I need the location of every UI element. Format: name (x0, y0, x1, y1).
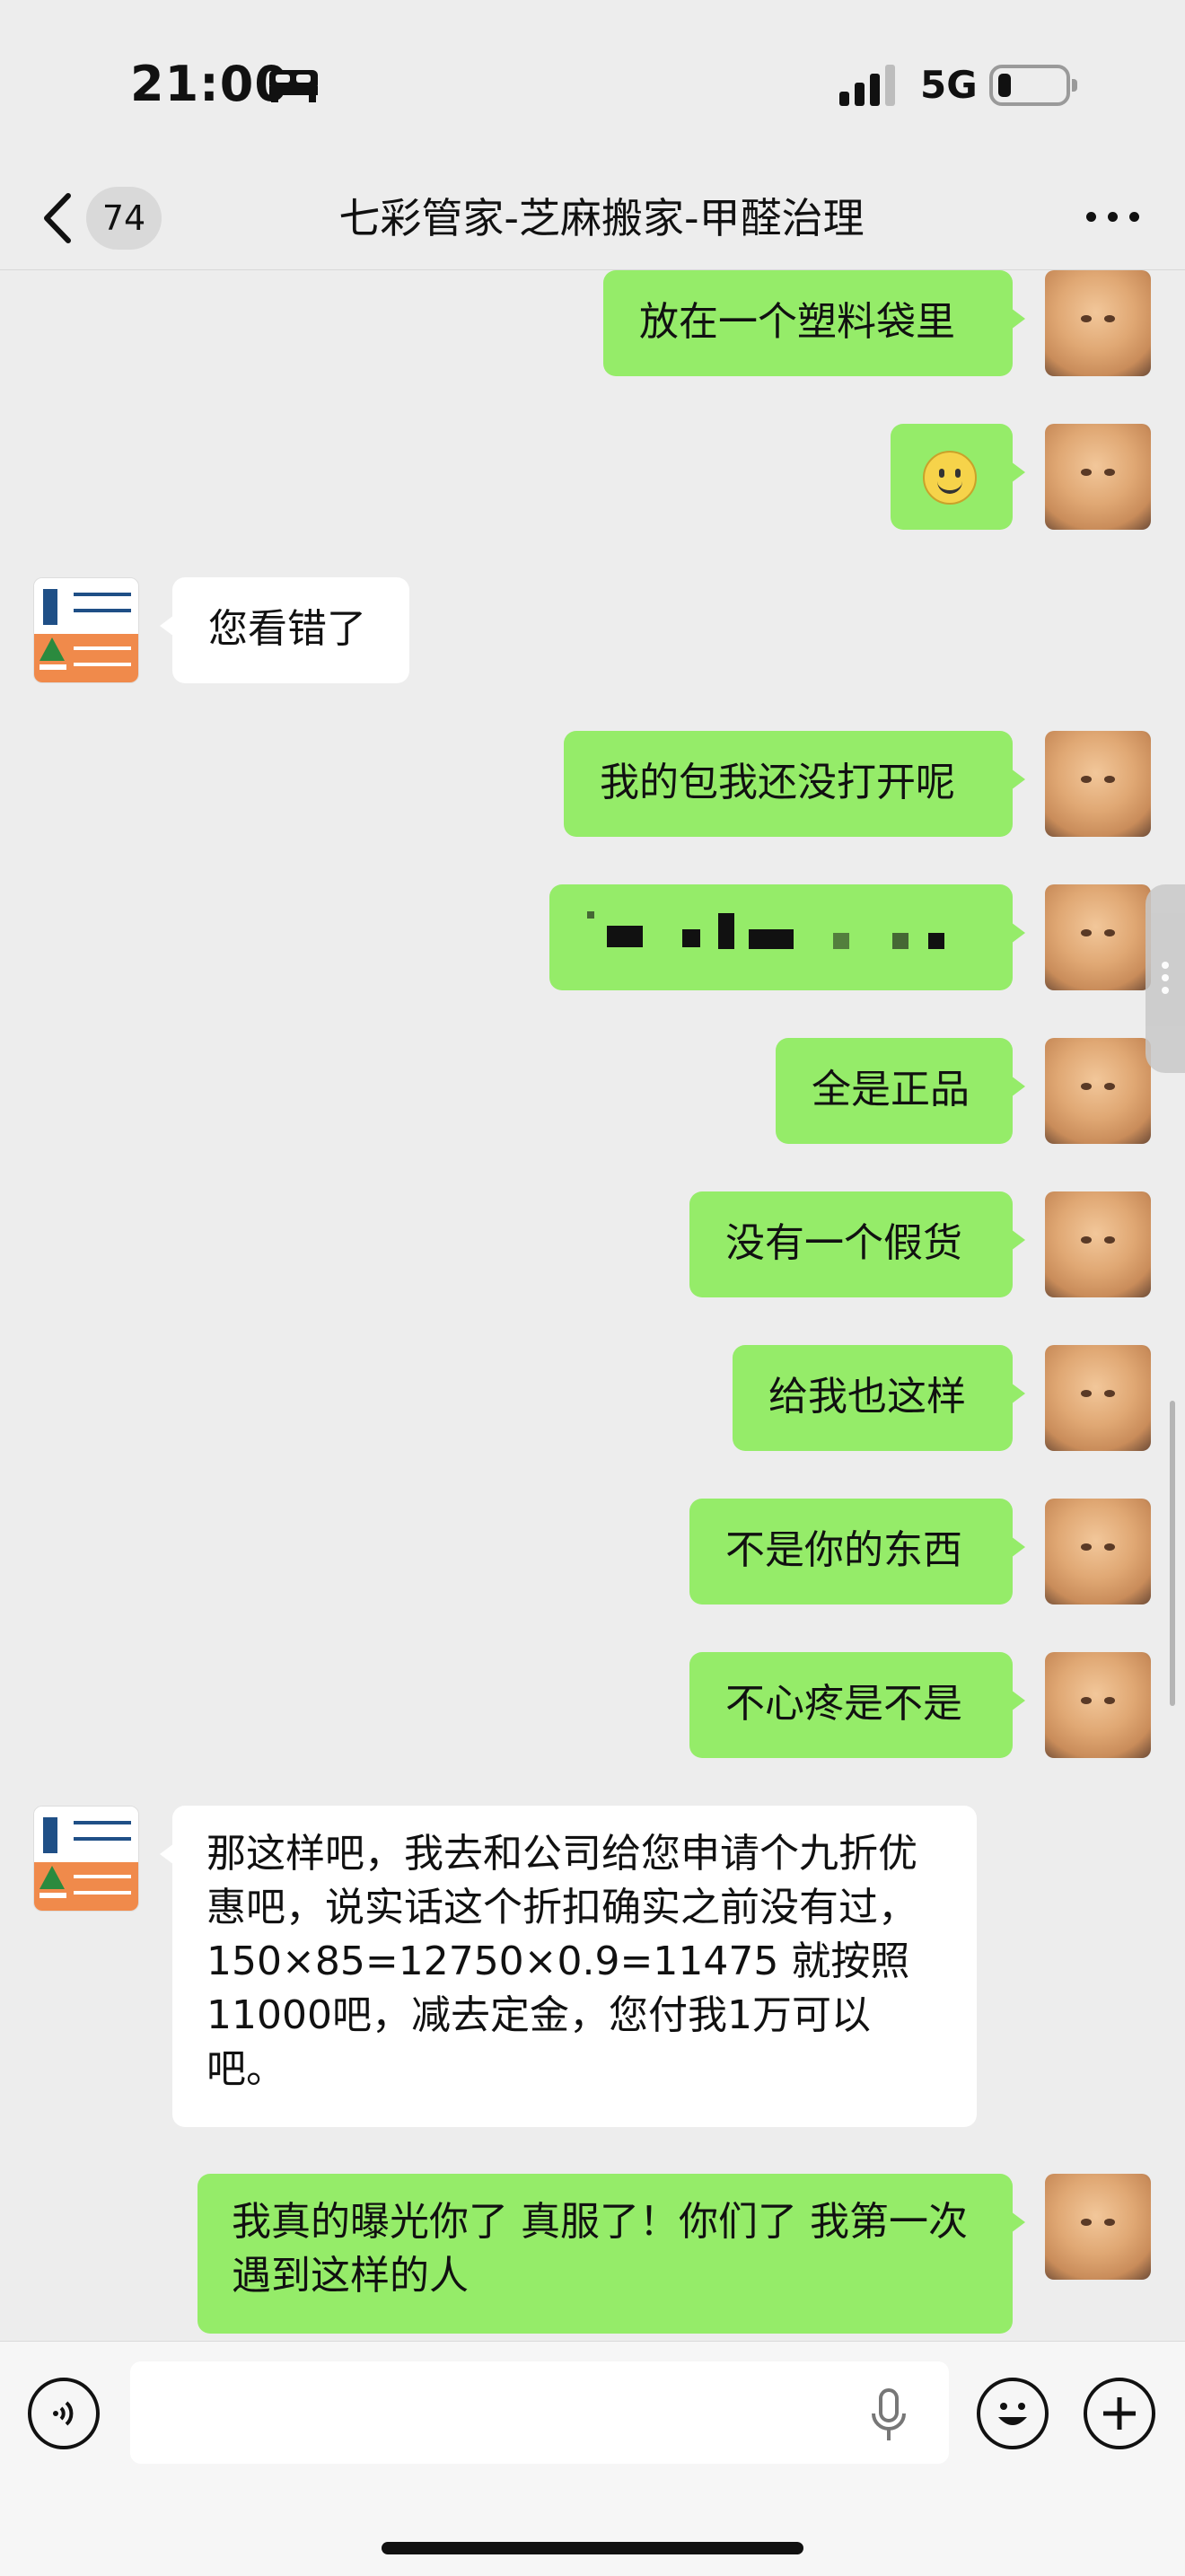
status-bar: 21:00 5G (0, 0, 1185, 171)
message-text: 不是你的东西 (725, 1527, 962, 1573)
message-text: 我的包我还没打开呢 (600, 760, 955, 805)
message-text: 不心疼是不是 (725, 1681, 962, 1727)
my-avatar[interactable] (1045, 1191, 1151, 1297)
chat-title: 七彩管家-芝麻搬家-甲醛治理 (338, 194, 865, 242)
contact-avatar[interactable] (33, 1806, 139, 1912)
message-text: 您看错了 (208, 606, 366, 652)
emoji-icon[interactable] (977, 2378, 1049, 2449)
message-bubble[interactable]: 您看错了 (160, 577, 409, 683)
battery-icon (989, 65, 1077, 106)
message-bubble[interactable]: 全是正品 (776, 1038, 1025, 1144)
message-input[interactable] (130, 2361, 949, 2464)
input-bar (0, 2341, 1185, 2576)
message-bubble[interactable]: 那这样吧，我去和公司给您申请个九折优惠吧，说实话这个折扣确实之前没有过，150×… (160, 1806, 977, 2127)
signal-icon (839, 65, 895, 106)
my-avatar[interactable] (1045, 1652, 1151, 1758)
message-bubble[interactable]: 不心疼是不是 (689, 1652, 1025, 1758)
scrollbar[interactable] (1170, 1401, 1175, 1706)
bed-icon (269, 70, 318, 102)
network-type: 5G (920, 63, 978, 107)
redacted-message-bubble[interactable] (549, 884, 1025, 990)
back-chevron-icon[interactable] (36, 187, 90, 250)
message-bubble[interactable]: 我的包我还没打开呢 (564, 731, 1025, 837)
more-dots-icon[interactable] (1077, 190, 1149, 244)
my-avatar[interactable] (1045, 1345, 1151, 1451)
message-text: 给我也这样 (768, 1374, 966, 1420)
my-avatar[interactable] (1045, 424, 1151, 530)
voice-toggle-icon[interactable] (28, 2378, 100, 2449)
message-bubble[interactable]: 不是你的东西 (689, 1499, 1025, 1605)
message-bubble[interactable]: 放在一个塑料袋里 (603, 270, 1025, 376)
message-text: 全是正品 (812, 1067, 970, 1112)
my-avatar[interactable] (1045, 884, 1151, 990)
microphone-icon[interactable] (866, 2388, 911, 2442)
my-avatar[interactable] (1045, 731, 1151, 837)
unread-count-badge[interactable]: 74 (86, 187, 162, 250)
message-text: 放在一个塑料袋里 (639, 299, 955, 345)
message-bubble[interactable]: 没有一个假货 (689, 1191, 1025, 1297)
contact-avatar[interactable] (33, 577, 139, 683)
message-text: 我真的曝光你了 真服了！你们了 我第一次遇到这样的人 (232, 2199, 968, 2299)
message-bubble[interactable]: 我真的曝光你了 真服了！你们了 我第一次遇到这样的人 (198, 2174, 1025, 2334)
message-text: 那这样吧，我去和公司给您申请个九折优惠吧，说实话这个折扣确实之前没有过，150×… (206, 1831, 917, 2092)
my-avatar[interactable] (1045, 1499, 1151, 1605)
message-bubble[interactable]: 给我也这样 (733, 1345, 1025, 1451)
my-avatar[interactable] (1045, 2174, 1151, 2280)
message-text: 没有一个假货 (725, 1220, 962, 1266)
smile-emoji-icon (923, 451, 977, 505)
chat-header: 74 七彩管家-芝麻搬家-甲醛治理 (0, 171, 1185, 270)
side-drawer-handle[interactable] (1146, 884, 1185, 1073)
home-indicator[interactable] (382, 2542, 803, 2554)
add-icon[interactable] (1084, 2378, 1155, 2449)
my-avatar[interactable] (1045, 270, 1151, 376)
my-avatar[interactable] (1045, 1038, 1151, 1144)
message-list[interactable]: 放在一个塑料袋里 您看错了 我的包我还没打开呢 全是正品 没有一个假货 给我也这… (0, 270, 1185, 2341)
status-time: 21:00 (130, 56, 289, 112)
message-bubble[interactable] (891, 424, 1025, 530)
